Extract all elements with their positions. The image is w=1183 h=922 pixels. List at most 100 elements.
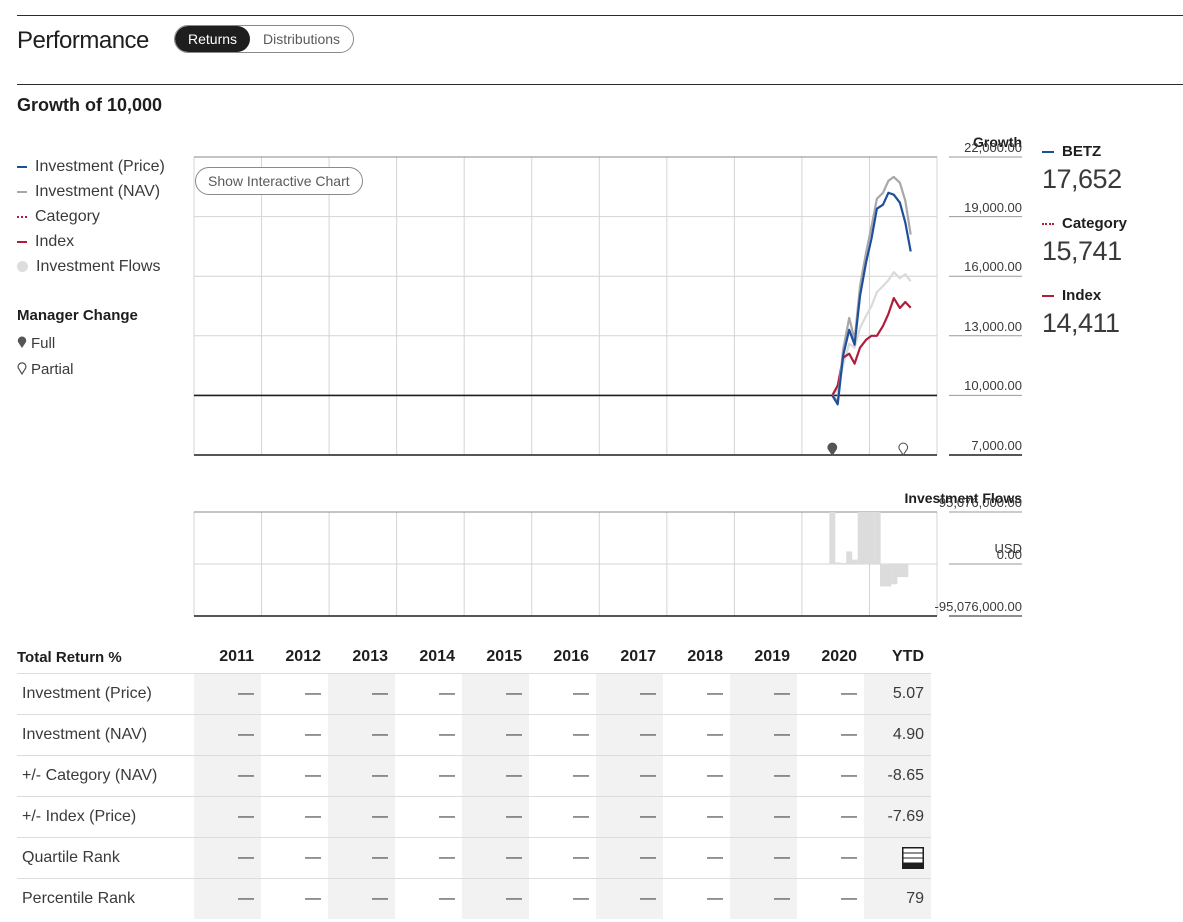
table-cell: — bbox=[462, 878, 529, 919]
table-cell: — bbox=[328, 673, 395, 715]
flow-bar bbox=[846, 551, 853, 564]
table-cell: — bbox=[194, 878, 261, 919]
table-cell: — bbox=[328, 714, 395, 756]
growth-chart bbox=[193, 156, 1022, 456]
series-line-category bbox=[831, 271, 912, 397]
table-cell: — bbox=[462, 755, 529, 797]
summary-betz: BETZ 17,652 bbox=[1042, 143, 1122, 195]
table-cell: — bbox=[529, 755, 596, 797]
table-cell: — bbox=[261, 837, 328, 879]
table-cell: — bbox=[797, 755, 864, 797]
y-tick-label: 0.00 bbox=[996, 547, 1022, 562]
manager-change-full-marker[interactable] bbox=[827, 442, 838, 456]
table-cell: — bbox=[328, 755, 395, 797]
table-cell: — bbox=[663, 837, 730, 879]
table-cell: — bbox=[395, 796, 462, 838]
flow-bar bbox=[840, 562, 847, 564]
table-cell: — bbox=[529, 837, 596, 879]
table-cell: — bbox=[797, 878, 864, 919]
summary-swatch bbox=[1042, 294, 1054, 297]
table-cell: — bbox=[194, 796, 261, 838]
year-header: 2015 bbox=[486, 648, 522, 665]
flow-bar bbox=[885, 564, 892, 587]
table-cell: — bbox=[730, 837, 797, 879]
table-cell: — bbox=[663, 673, 730, 715]
table-cell: — bbox=[596, 714, 663, 756]
table-cell: — bbox=[261, 878, 328, 919]
flow-bar bbox=[857, 512, 864, 564]
section-rule bbox=[17, 84, 1183, 85]
summary-label: BETZ bbox=[1062, 143, 1102, 160]
row-label: Quartile Rank bbox=[17, 837, 194, 879]
table-row: Investment (NAV) — — — — — — — — — —4.90 bbox=[17, 714, 931, 756]
flow-bar bbox=[902, 564, 909, 578]
table-cell: — bbox=[663, 714, 730, 756]
view-toggle: Returns Distributions bbox=[174, 25, 355, 53]
y-tick-label: 16,000.00 bbox=[964, 259, 1022, 275]
table-cell: — bbox=[730, 755, 797, 797]
summary-category: Category 15,741 bbox=[1042, 215, 1127, 267]
table-cell: — bbox=[663, 796, 730, 838]
year-header: 2013 bbox=[352, 648, 388, 665]
table-cell: — bbox=[462, 837, 529, 879]
table-cell: — bbox=[797, 673, 864, 715]
y-tick-label: -95,076,000.00 bbox=[934, 599, 1022, 614]
table-cell: — bbox=[730, 714, 797, 756]
flow-bar bbox=[896, 564, 903, 578]
y-tick-label: 13,000.00 bbox=[964, 318, 1022, 334]
table-cell: — bbox=[261, 714, 328, 756]
table-cell: — bbox=[261, 796, 328, 838]
flow-bar bbox=[880, 564, 886, 587]
tab-distributions[interactable]: Distributions bbox=[250, 26, 353, 52]
y-tick-label: 22,000.00 bbox=[964, 140, 1022, 155]
table-row: Percentile Rank — — — — — — — — — —79 bbox=[17, 878, 931, 919]
table-cell: — bbox=[328, 878, 395, 919]
returns-table: Total Return % 2011 2012 2013 2014 2015 … bbox=[17, 641, 931, 919]
table-cell: — bbox=[529, 796, 596, 838]
year-header: 2020 bbox=[821, 648, 857, 665]
flow-bar bbox=[851, 559, 858, 564]
table-cell: — bbox=[395, 878, 462, 919]
table-cell: — bbox=[395, 755, 462, 797]
show-interactive-chart-button[interactable]: Show Interactive Chart bbox=[195, 167, 363, 195]
row-label: Investment (Price) bbox=[17, 673, 194, 715]
row-label: +/- Index (Price) bbox=[17, 796, 194, 838]
table-cell bbox=[864, 837, 931, 879]
flow-bar bbox=[874, 512, 881, 564]
summary-swatch bbox=[1042, 222, 1054, 225]
table-row: +/- Index (Price) — — — — — — — — — — -7.69 bbox=[17, 796, 931, 838]
flow-bar bbox=[834, 562, 841, 564]
summary-value: 14,411 bbox=[1042, 308, 1120, 338]
year-header: 2017 bbox=[620, 648, 656, 665]
table-cell: — bbox=[194, 755, 261, 797]
y-tick-label: 95,076,000.00 bbox=[938, 495, 1022, 510]
table-cell: — bbox=[328, 837, 395, 879]
table-cell: — bbox=[194, 837, 261, 879]
table-cell: — bbox=[730, 796, 797, 838]
table-cell: — bbox=[261, 673, 328, 715]
tab-returns[interactable]: Returns bbox=[175, 26, 251, 52]
table-cell: — bbox=[797, 714, 864, 756]
table-cell: — bbox=[596, 796, 663, 838]
table-cell: — bbox=[261, 755, 328, 797]
table-row: Investment (Price) — — — — — — — — — —5.07 bbox=[17, 673, 931, 715]
row-label: Investment (NAV) bbox=[17, 714, 194, 756]
flow-bar bbox=[868, 512, 875, 564]
returns-title: Total Return % bbox=[17, 648, 122, 666]
table-cell: — bbox=[395, 837, 462, 879]
page-title: Performance bbox=[17, 27, 149, 54]
flows-chart bbox=[193, 511, 1022, 617]
table-cell: — bbox=[596, 837, 663, 879]
table-cell: — bbox=[797, 837, 864, 879]
table-cell: — bbox=[462, 796, 529, 838]
table-cell: — bbox=[663, 755, 730, 797]
table-cell: — bbox=[462, 714, 529, 756]
flow-bar bbox=[863, 512, 870, 564]
table-cell: — bbox=[462, 673, 529, 715]
summary-label: Index bbox=[1062, 287, 1102, 304]
growth-title: Growth of 10,000 bbox=[17, 95, 163, 115]
series-line-investment-nav bbox=[831, 175, 912, 403]
table-cell: — bbox=[328, 796, 395, 838]
year-header: 2014 bbox=[419, 648, 455, 665]
table-cell: 5.07 bbox=[864, 673, 931, 715]
